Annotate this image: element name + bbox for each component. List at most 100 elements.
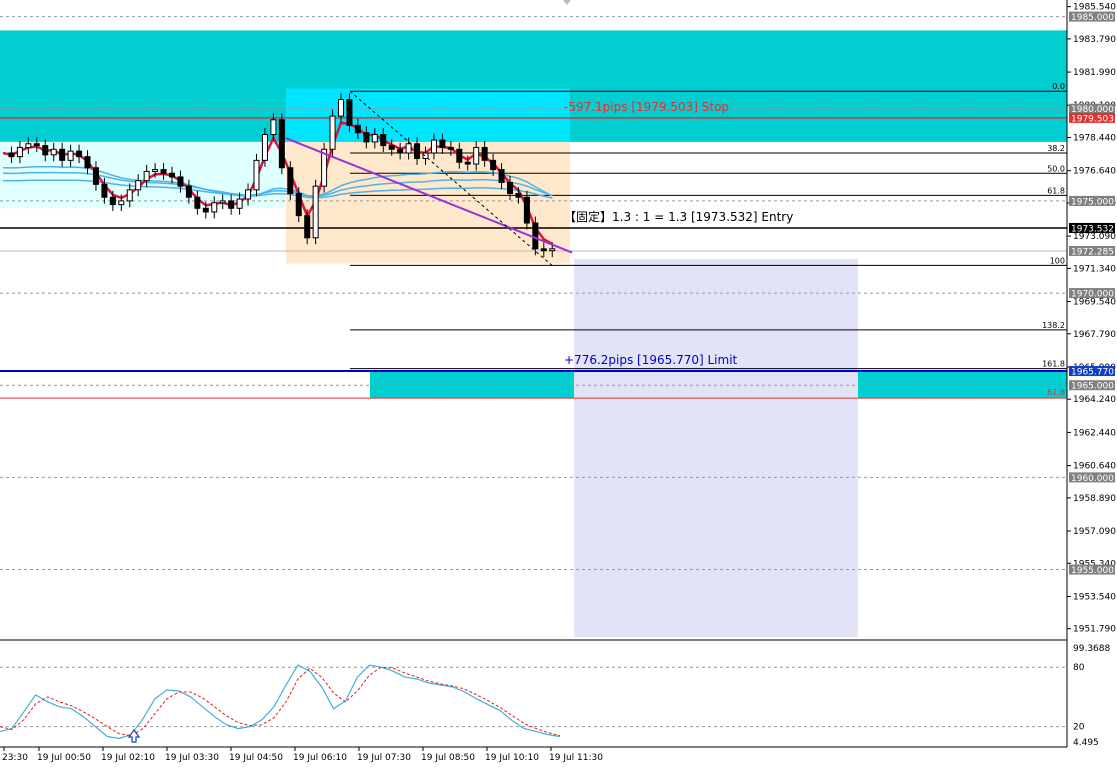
candle-body: [498, 169, 505, 183]
candle-body: [8, 152, 15, 158]
time-tick-label: 19 Jul 02:10: [101, 753, 155, 763]
candle-body: [473, 146, 480, 165]
candle-body: [50, 148, 57, 156]
price-tick-label: 1967.790: [1073, 330, 1116, 340]
candle-body: [338, 99, 344, 117]
candle-body: [169, 172, 175, 178]
candle-body: [380, 134, 387, 147]
price-tick-label: 1962.440: [1073, 428, 1116, 438]
candle-body: [185, 185, 192, 198]
price-tick-label: 1971.340: [1073, 264, 1116, 274]
candle-body: [464, 161, 471, 165]
candle-body: [16, 146, 23, 158]
price-tag-label: 1955.000: [1071, 566, 1114, 576]
candle-body: [371, 134, 378, 143]
candle-body: [329, 115, 336, 150]
price-tag-label: 1965.000: [1071, 382, 1114, 392]
limit-annotation: +776.2pips [1965.770] Limit: [564, 353, 738, 367]
time-tick-label: 19 Jul 04:50: [229, 753, 283, 763]
candle-body: [67, 150, 74, 161]
fibonacci-label: 161.8: [1042, 360, 1065, 369]
price-tag-label: 1960.000: [1071, 474, 1114, 484]
fibonacci-label: 50.0: [1047, 164, 1065, 173]
chart-canvas[interactable]: 0.0 38.2 50.0 61.8 100 138.2 161.8 61.8 -597.1pi…: [0, 0, 1117, 763]
candle-body: [177, 176, 184, 187]
price-tick-label: 1978.440: [1073, 134, 1116, 144]
price-tick-label: 1951.790: [1073, 625, 1116, 635]
price-tick-label: 1964.240: [1073, 395, 1116, 405]
candle-body: [118, 200, 125, 206]
candle-body: [312, 185, 319, 239]
candle-body: [295, 193, 302, 217]
candle-body: [245, 189, 252, 200]
candle-body: [261, 134, 268, 161]
candle-body: [160, 169, 167, 174]
time-tick-label: 19 Jul 08:50: [421, 753, 475, 763]
fibonacci-label: 61.8: [1047, 186, 1065, 195]
fibonacci-label: 0.0: [1052, 82, 1065, 91]
candle-body: [194, 196, 201, 209]
candle-body: [211, 202, 218, 213]
price-tag-label: 1975.000: [1071, 197, 1114, 207]
candle-body: [422, 152, 429, 160]
candle-body: [397, 148, 404, 154]
candle-body: [481, 146, 488, 161]
candle-body: [270, 119, 277, 136]
candle-body: [84, 156, 91, 169]
chart-window[interactable]: 0.0 38.2 50.0 61.8 100 138.2 161.8 61.8 -597.1pi…: [0, 0, 1117, 763]
candle-body: [532, 222, 539, 250]
candle-body: [253, 159, 260, 191]
price-tick-label: 1960.640: [1073, 462, 1116, 472]
oscillator-k-line: [0, 664, 561, 740]
entry-annotation: 【固定】1.3 : 1 = 1.3 [1973.532] Entry: [564, 209, 793, 224]
candle-body: [549, 248, 556, 252]
price-tag-label: 1965.770: [1071, 368, 1114, 378]
stop-annotation: -597.1pips [1979.503] Stop: [564, 100, 729, 114]
price-tag-label: 1972.285: [1071, 247, 1114, 257]
candle-body: [219, 200, 226, 204]
price-tick-label: 1985.540: [1073, 3, 1116, 13]
time-tick-label: 19 Jul 11:30: [549, 753, 603, 763]
level-618-label: 61.8: [1047, 388, 1065, 397]
oscillator-tick-label: 80: [1073, 663, 1085, 673]
candle-body: [152, 169, 159, 172]
candle-body: [515, 193, 522, 198]
price-tag-label: 1970.000: [1071, 290, 1114, 300]
oscillator-d-line: [0, 666, 561, 737]
candle-body: [490, 159, 497, 171]
candle-body: [202, 207, 209, 213]
scroll-marker-icon: [563, 0, 571, 5]
candle-body: [143, 170, 150, 182]
target-zone: [574, 258, 858, 637]
candle-body: [59, 148, 66, 161]
price-tick-label: 1953.540: [1073, 592, 1116, 602]
oscillator-tick-label: 99.3688: [1073, 644, 1110, 654]
price-tick-label: 1976.640: [1073, 167, 1116, 177]
candle-body: [354, 124, 361, 134]
price-tag-label: 1973.532: [1071, 224, 1114, 234]
stop-zone: [286, 88, 570, 142]
price-tick-label: 1983.790: [1073, 35, 1116, 45]
candle-body: [92, 167, 99, 185]
candle-body: [540, 248, 547, 252]
candle-body: [76, 150, 83, 158]
time-tick-label: 19 Jul 07:30: [357, 753, 411, 763]
candle-body: [135, 180, 142, 191]
candle-body: [456, 148, 463, 163]
candle-body: [388, 145, 395, 150]
price-tick-label: 1957.090: [1073, 527, 1116, 537]
candle-body: [228, 200, 235, 209]
candle-body: [109, 196, 116, 206]
candle-body: [236, 198, 243, 209]
candle-body: [33, 143, 40, 147]
fibonacci-label: 38.2: [1047, 144, 1065, 153]
candle-body: [430, 139, 437, 154]
candle-body: [346, 99, 353, 126]
fibonacci-label: 138.2: [1042, 321, 1065, 330]
candle-body: [405, 143, 412, 154]
time-tick-label: 19 Jul 06:10: [293, 753, 347, 763]
candle-body: [25, 143, 32, 148]
oscillator-tick-label: 20: [1073, 723, 1085, 733]
fibonacci-label: 100: [1050, 256, 1065, 265]
price-tick-label: 1981.990: [1073, 68, 1116, 78]
